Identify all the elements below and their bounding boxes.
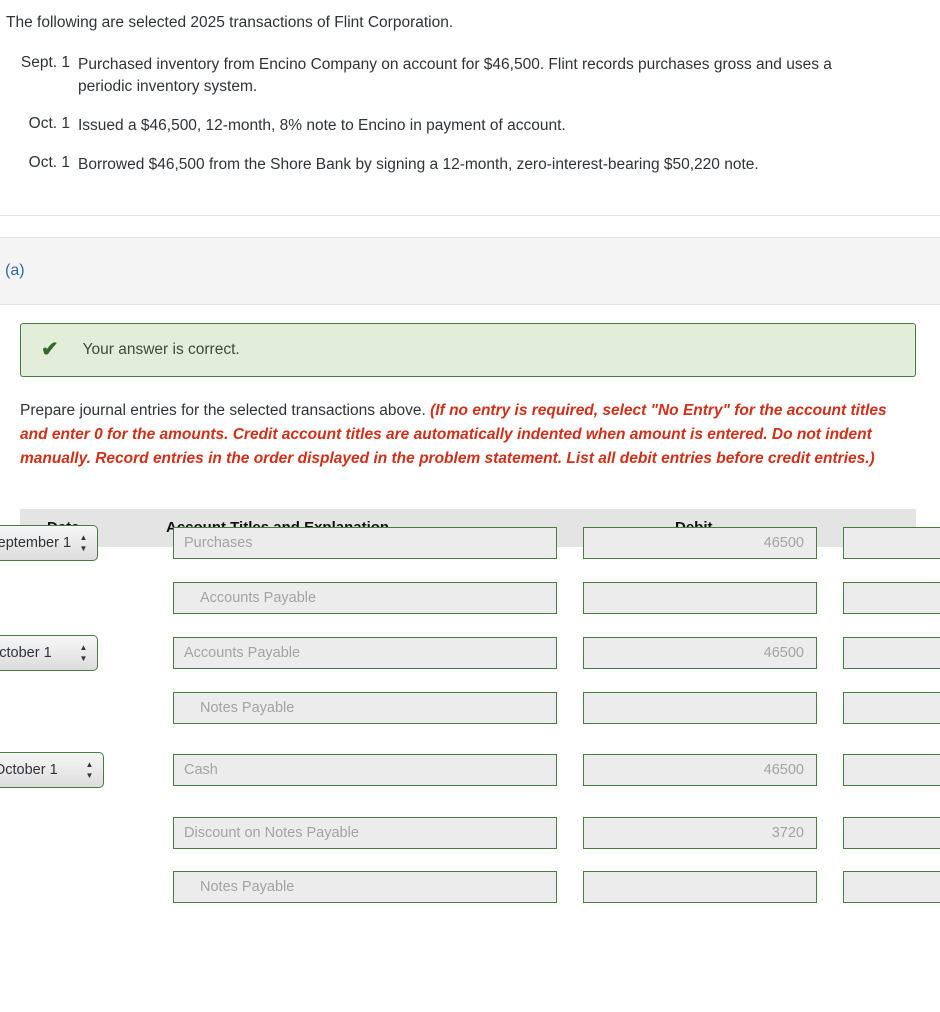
part-label: (a)	[5, 261, 25, 279]
transaction-item: Oct. 1 Borrowed $46,500 from the Shore B…	[0, 154, 910, 176]
part-header-band: (a)	[0, 236, 940, 305]
check-icon: ✔	[41, 338, 59, 362]
transaction-list: Sept. 1 Purchased inventory from Encino …	[0, 54, 940, 176]
date-select-value: October 1	[0, 644, 52, 661]
journal-row: Notes Payable	[0, 869, 940, 905]
debit-amount-input[interactable]	[583, 691, 817, 724]
account-title-input[interactable]: Notes Payable	[173, 691, 557, 724]
date-select[interactable]: October 1 ▲▼	[0, 751, 104, 788]
transaction-date: Oct. 1	[28, 153, 70, 171]
journal-row: Discount on Notes Payable 3720	[0, 815, 940, 851]
answer-status-text: Your answer is correct.	[82, 340, 240, 358]
transaction-description: Purchased inventory from Encino Company …	[78, 55, 832, 95]
credit-amount-input[interactable]	[843, 526, 940, 559]
transaction-date: Oct. 1	[28, 114, 70, 132]
journal-entry-table: Date Account Titles and Explanation Debi…	[0, 508, 940, 929]
debit-amount-input[interactable]: 46500	[583, 753, 817, 786]
account-title-input[interactable]: Purchases	[173, 526, 557, 559]
answer-correct-banner: ✔ Your answer is correct.	[20, 322, 916, 377]
journal-row: October 1 ▲ ▼ Cash 46500	[0, 751, 940, 788]
journal-row: Notes Payable	[0, 690, 940, 726]
transaction-date: Sept. 1	[20, 53, 70, 71]
instructions-plain-text: Prepare journal entries for the selected…	[20, 401, 426, 419]
date-select[interactable]: October 1 ▲▼	[0, 634, 98, 671]
journal-row: Accounts Payable	[0, 580, 940, 616]
account-title-input[interactable]: Discount on Notes Payable	[173, 816, 557, 849]
debit-amount-input[interactable]	[583, 870, 817, 903]
debit-amount-input[interactable]: 46500	[583, 636, 817, 669]
intro-paragraph: The following are selected 2025 transact…	[6, 14, 454, 31]
chevron-updown-icon[interactable]: ▲ ▼	[85, 760, 94, 781]
transaction-description: Issued a $46,500, 12-month, 8% note to E…	[78, 116, 566, 134]
journal-row: September 1 ▲▼ Purchases 46500	[0, 524, 940, 561]
credit-amount-input[interactable]	[843, 581, 940, 614]
journal-row: October 1 ▲▼ Accounts Payable 46500	[0, 634, 940, 671]
debit-amount-input[interactable]: 3720	[583, 816, 817, 849]
answer-status-banner-wrapper: ✔ Your answer is correct.	[0, 305, 940, 377]
account-title-input[interactable]: Accounts Payable	[173, 581, 557, 614]
date-select[interactable]: September 1 ▲▼	[0, 524, 98, 561]
credit-amount-input[interactable]	[843, 870, 940, 903]
page-root: The following are selected 2025 transact…	[0, 0, 940, 929]
account-title-input[interactable]: Cash	[173, 753, 557, 786]
journal-rows-container: September 1 ▲▼ Purchases 46500 Accounts Paya…	[0, 509, 940, 929]
transaction-item: Sept. 1 Purchased inventory from Encino …	[0, 54, 910, 98]
chevron-updown-icon[interactable]: ▲ ▼	[79, 643, 88, 664]
date-select-value: September 1	[0, 534, 72, 551]
date-select-value: October 1	[0, 761, 58, 778]
credit-amount-input[interactable]	[843, 816, 940, 849]
instructions-paragraph: Prepare journal entries for the selected…	[0, 377, 940, 471]
credit-amount-input[interactable]	[843, 636, 940, 669]
account-title-input[interactable]: Accounts Payable	[173, 636, 557, 669]
transaction-item: Oct. 1 Issued a $46,500, 12-month, 8% no…	[0, 115, 910, 137]
debit-amount-input[interactable]	[583, 581, 817, 614]
transaction-description: Borrowed $46,500 from the Shore Bank by …	[78, 155, 759, 173]
chevron-updown-icon[interactable]: ▲ ▼	[79, 533, 88, 554]
debit-amount-input[interactable]: 46500	[583, 526, 817, 559]
account-title-input[interactable]: Notes Payable	[173, 870, 557, 903]
credit-amount-input[interactable]	[843, 753, 940, 786]
credit-amount-input[interactable]	[843, 691, 940, 724]
